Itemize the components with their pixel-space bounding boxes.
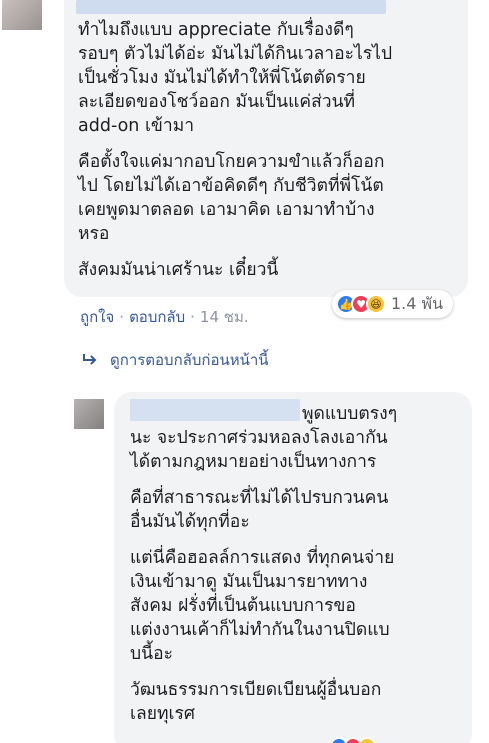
separator-dot: ·: [119, 308, 125, 326]
comment-actions: ถูกใจ · ตอบกลับ · 14 ชม.: [80, 305, 249, 329]
comment-timestamp[interactable]: 14 ชม.: [200, 305, 249, 329]
reply-paragraph: วัฒนธรรมการเบียดเบียนผู้อื่นบอก เลยทุเรศ: [130, 680, 382, 724]
reaction-count: 1.4 พัน: [391, 293, 444, 313]
reply-body: พูดแบบตรงๆ นะ จะประกาศร่วมหอลงโลงเอากัน …: [130, 402, 465, 738]
reply-link[interactable]: ตอบกลับ: [129, 305, 185, 329]
reply-arrow-icon: [83, 354, 97, 365]
commenter-name-redacted[interactable]: [76, 0, 386, 14]
separator-dot: ·: [190, 308, 195, 326]
reaction-summary[interactable]: 👍 ♥ 😆 1.4 พัน: [332, 290, 454, 318]
haha-reaction-icon: 😆: [366, 294, 386, 314]
comment-body: ทำไมถึงแบบ appreciate กับเรื่องดีๆ รอบๆ …: [78, 18, 463, 294]
reply-paragraph: แต่นี่คือฮอลล์การแสดง ที่ทุกคนจ่าย เงินเ…: [130, 548, 395, 664]
name-spacer: [130, 409, 302, 419]
comment-paragraph: สังคมมันน่าเศร้านะ เดี๋ยวนี้: [78, 260, 279, 280]
reply-paragraph: คือที่สาธารณะที่ไม่ได้ไปรบกวนคน อื่นมันไ…: [130, 488, 389, 532]
reply-reaction-summary[interactable]: [330, 737, 376, 743]
comment-paragraph: คือตั้งใจแค่มากอบโกยความขำแล้วก็ออก ไป โ…: [78, 152, 385, 244]
reply-first-line: พูดแบบตรงๆ: [302, 404, 398, 424]
reply-avatar[interactable]: [74, 399, 104, 429]
comment-paragraph: ทำไมถึงแบบ appreciate กับเรื่องดีๆ รอบๆ …: [78, 20, 393, 136]
like-link[interactable]: ถูกใจ: [80, 305, 114, 329]
reply-paragraph: นะ จะประกาศร่วมหอลงโลงเอากัน ได้ตามกฎหมา…: [130, 428, 388, 472]
commenter-avatar[interactable]: [2, 0, 42, 30]
view-previous-label: ดูการตอบกลับก่อนหน้านี้: [110, 351, 269, 369]
view-previous-replies-link[interactable]: ดูการตอบกลับก่อนหน้านี้: [82, 348, 269, 372]
